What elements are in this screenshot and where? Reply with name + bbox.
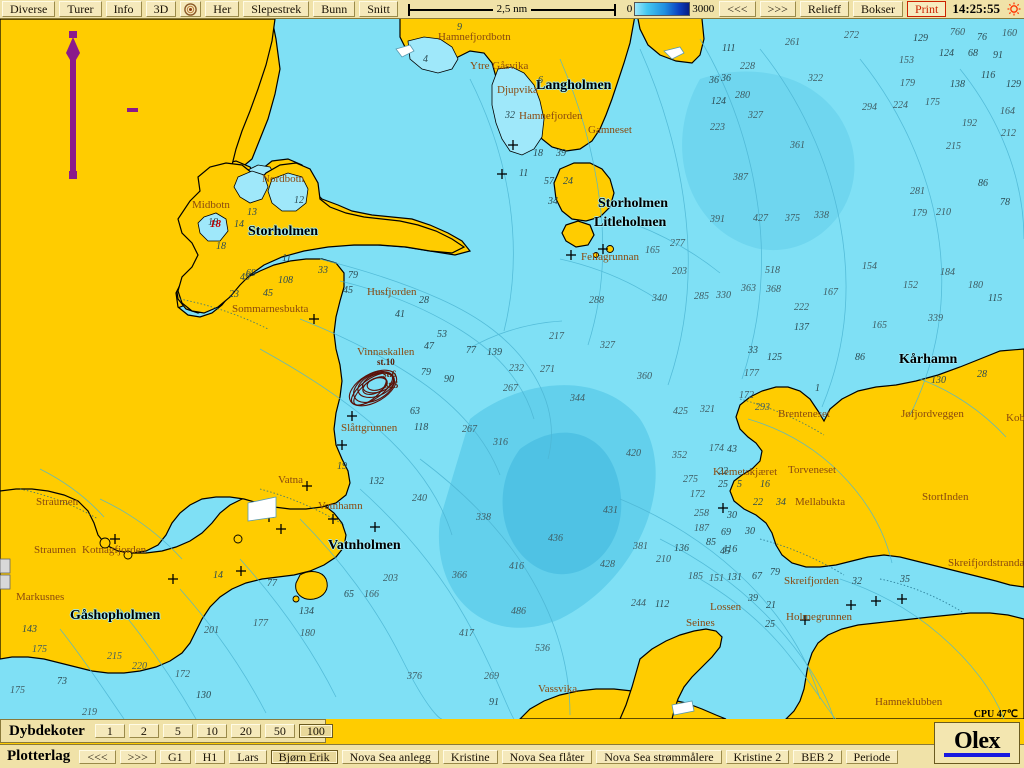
- layer-option-9[interactable]: BEB 2: [793, 749, 842, 764]
- depth-option-10[interactable]: 10: [196, 724, 227, 738]
- olex-logo: Olex: [934, 722, 1020, 764]
- layer-option-8[interactable]: Kristine 2: [725, 749, 790, 764]
- scale-bar: 2,5 nm: [404, 0, 620, 18]
- olex-logo-underline: [944, 752, 1010, 757]
- target-icon[interactable]: [180, 1, 202, 17]
- layer-option-1[interactable]: H1: [194, 749, 226, 764]
- depth-prev-button[interactable]: <<<: [719, 1, 756, 17]
- depth-option-5[interactable]: 5: [162, 724, 193, 738]
- her-button[interactable]: Her: [205, 1, 240, 17]
- layer-option-7[interactable]: Nova Sea strømmålere: [596, 749, 722, 764]
- layer-option-0[interactable]: G1: [159, 749, 191, 764]
- depth-toolbar-title: Dybdekoter: [9, 722, 85, 739]
- slepestrek-button[interactable]: Slepestrek: [243, 1, 310, 17]
- scale-cap-left: [407, 4, 410, 16]
- depth-option-1[interactable]: 1: [94, 724, 125, 738]
- snitt-button[interactable]: Snitt: [359, 1, 398, 17]
- depth-min-label: 0: [626, 3, 633, 15]
- clock-display: 14:25:55: [952, 1, 1000, 16]
- station-label-1: st.6: [383, 369, 397, 379]
- bunn-button[interactable]: Bunn: [313, 1, 356, 17]
- top-toolbar: Diverse Turer Info 3D Her Slepestrek Bun…: [0, 0, 1024, 19]
- bokser-button[interactable]: Bokser: [852, 1, 903, 17]
- relieff-button[interactable]: Relieff: [799, 1, 849, 17]
- cpu-status-label: CPU 47℃: [973, 709, 1018, 720]
- layer-next-button[interactable]: >>>: [119, 749, 156, 764]
- depth-contour-toolbar: Dybdekoter 1 2 5 10 20 50 100: [0, 719, 333, 743]
- layer-toolbar-title: Plotterlag: [7, 748, 71, 764]
- olex-logo-text: Olex: [954, 727, 1001, 754]
- depth-option-50[interactable]: 50: [264, 724, 295, 738]
- chart-graphics: [0, 19, 1024, 719]
- 3d-button[interactable]: 3D: [145, 1, 177, 17]
- diverse-button[interactable]: Diverse: [2, 1, 56, 17]
- layer-option-4[interactable]: Nova Sea anlegg: [341, 749, 439, 764]
- turer-button[interactable]: Turer: [59, 1, 102, 17]
- print-button[interactable]: Print: [906, 1, 947, 17]
- depth-gradient-bar: [634, 2, 691, 16]
- layer-prev-button[interactable]: <<<: [79, 749, 116, 764]
- depth-color-legend: 0 3000: [624, 0, 718, 18]
- station-label-0: st.10: [377, 357, 395, 367]
- layer-option-2[interactable]: Lars: [229, 749, 267, 764]
- vatnholmen-island: [295, 571, 328, 600]
- layer-option-10[interactable]: Periode: [845, 749, 899, 764]
- layer-option-6[interactable]: Nova Sea flåter: [501, 749, 593, 764]
- depth-max-label: 3000: [692, 3, 715, 15]
- depth-next-button[interactable]: >>>: [759, 1, 796, 17]
- olex-application: Diverse Turer Info 3D Her Slepestrek Bun…: [0, 0, 1024, 768]
- scale-label: 2,5 nm: [492, 3, 532, 15]
- chart-canvas[interactable]: Langholmen Storholmen Storholmen Litleholme…: [0, 19, 1024, 719]
- layer-option-3[interactable]: Bjørn Erik: [270, 749, 338, 764]
- depth-option-100[interactable]: 100: [298, 724, 333, 738]
- info-button[interactable]: Info: [105, 1, 142, 17]
- layer-option-5[interactable]: Kristine: [442, 749, 498, 764]
- sun-icon[interactable]: [1004, 0, 1024, 18]
- scale-cap-right: [613, 4, 616, 16]
- depth-option-group: 1 2 5 10 20 50 100: [93, 723, 335, 739]
- depth-option-2[interactable]: 2: [128, 724, 159, 738]
- station-label-2: st.5: [385, 380, 399, 390]
- plotter-layer-toolbar: Plotterlag <<< >>> G1 H1 Lars Bjørn Erik Nov…: [0, 744, 1024, 768]
- layer-option-group: G1 H1 Lars Bjørn Erik Nova Sea anlegg Kristin…: [158, 749, 900, 765]
- depth-option-20[interactable]: 20: [230, 724, 261, 738]
